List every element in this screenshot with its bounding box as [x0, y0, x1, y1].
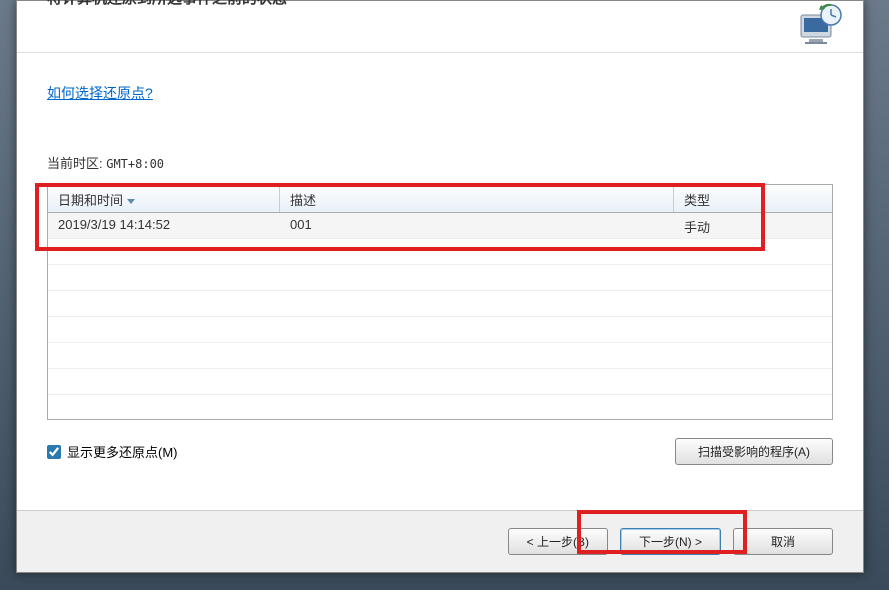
table-header: 日期和时间 描述 类型: [48, 185, 832, 213]
cell-desc: 001: [280, 213, 674, 238]
show-more-label: 显示更多还原点(M): [67, 442, 178, 461]
dialog-footer: < 上一步(B) 下一步(N) > 取消: [17, 510, 863, 572]
show-more-checkbox[interactable]: [47, 445, 61, 459]
system-restore-icon: [795, 1, 843, 49]
restore-points-table: 日期和时间 描述 类型 2019/3/19 14:14:52 001 手动: [47, 184, 833, 420]
sort-indicator-icon: [127, 199, 135, 204]
back-button[interactable]: < 上一步(B): [508, 528, 608, 555]
system-restore-dialog: 将计算机还原到所选事件之前的状态 如何选择还原点? 当前时区: GMT+8:00: [16, 0, 864, 573]
column-header-type[interactable]: 类型: [674, 185, 832, 212]
table-empty-row: [48, 291, 832, 317]
table-empty-row: [48, 265, 832, 291]
show-more-checkbox-wrap[interactable]: 显示更多还原点(M): [47, 442, 178, 461]
table-row[interactable]: 2019/3/19 14:14:52 001 手动: [48, 213, 832, 239]
timezone-label: 当前时区: GMT+8:00: [47, 153, 833, 172]
dialog-title: 将计算机还原到所选事件之前的状态: [47, 0, 287, 8]
column-header-date[interactable]: 日期和时间: [48, 185, 280, 212]
table-empty-row: [48, 369, 832, 395]
next-button[interactable]: 下一步(N) >: [620, 528, 721, 555]
dialog-content: 如何选择还原点? 当前时区: GMT+8:00 日期和时间 描述 类型 2019…: [17, 53, 863, 510]
cancel-button[interactable]: 取消: [733, 528, 833, 555]
dialog-header: 将计算机还原到所选事件之前的状态: [17, 1, 863, 53]
timezone-value: GMT+8:00: [106, 157, 164, 171]
table-empty-row: [48, 317, 832, 343]
column-header-desc[interactable]: 描述: [280, 185, 674, 212]
cell-type: 手动: [674, 213, 832, 238]
table-empty-row: [48, 343, 832, 369]
cell-date: 2019/3/19 14:14:52: [48, 213, 280, 238]
scan-affected-button[interactable]: 扫描受影响的程序(A): [675, 438, 833, 465]
help-link[interactable]: 如何选择还原点?: [47, 83, 833, 103]
table-empty-row: [48, 239, 832, 265]
table-controls: 显示更多还原点(M) 扫描受影响的程序(A): [47, 438, 833, 465]
timezone-label-text: 当前时区:: [47, 156, 106, 171]
